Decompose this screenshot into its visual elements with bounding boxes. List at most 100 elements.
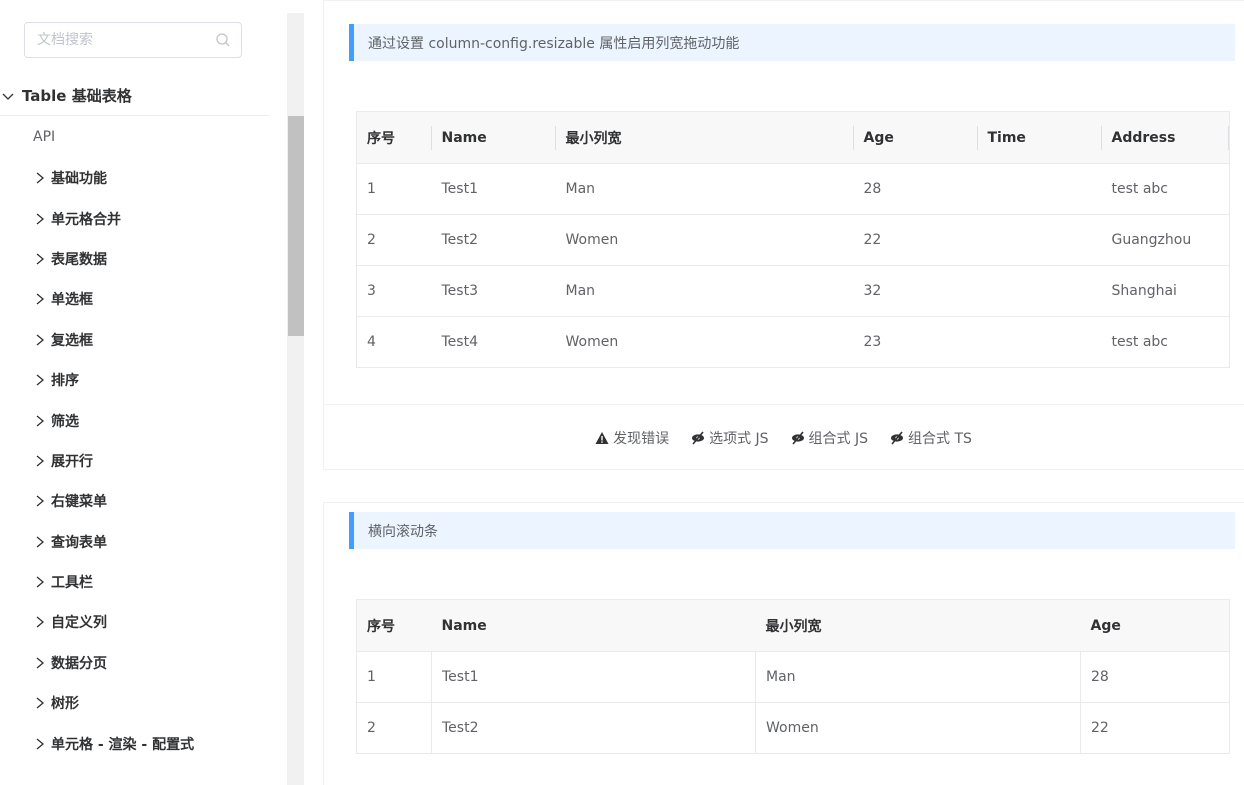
eye-slash-icon (791, 430, 804, 445)
table-row[interactable]: 4 Test4 Women 23 test abc (356, 316, 1230, 368)
nav-item-label: 基础功能 (51, 171, 107, 188)
table-cell: Man (555, 163, 854, 215)
table-cell: Guangzhou (1101, 214, 1230, 266)
warning-icon (595, 431, 609, 444)
nav-item[interactable]: 单元格合并 (0, 198, 270, 238)
nav-item[interactable]: 工具栏 (0, 562, 270, 602)
nav-group-table[interactable]: Table 基础表格 (0, 76, 270, 116)
table-cell: 2 (356, 214, 432, 266)
view-composition-js-link[interactable]: 组合式 JS (791, 428, 868, 448)
nav-item-label: 排序 (51, 373, 79, 390)
chevron-right-icon (36, 576, 45, 588)
nav-item-label: 单元格 - 渲染 - 配置式 (51, 736, 195, 753)
nav-item[interactable]: 展开行 (0, 441, 270, 481)
demo-actions: 发现错误 选项式 JS 组合式 JS 组合式 TS (323, 404, 1244, 470)
view-options-js-link[interactable]: 选项式 JS (691, 428, 769, 448)
column-header[interactable]: 最小列宽 (755, 599, 1081, 652)
nav-item[interactable]: 右键菜单 (0, 481, 270, 521)
nav-item-label: 表尾数据 (51, 251, 107, 268)
table-cell: Test1 (431, 163, 556, 215)
chevron-right-icon (36, 697, 45, 709)
search-input[interactable] (35, 24, 215, 56)
column-header[interactable]: 序号 (356, 111, 432, 164)
demo-tip: 通过设置 column-config.resizable 属性启用列宽拖动功能 (349, 24, 1235, 61)
options-js-label: 选项式 JS (709, 430, 769, 447)
nav-item[interactable]: 数据分页 (0, 643, 270, 683)
table-cell: Test2 (431, 214, 556, 266)
column-header[interactable]: Name (431, 111, 556, 164)
nav-item[interactable]: 自定义列 (0, 602, 270, 642)
nav-item[interactable]: 筛选 (0, 400, 270, 440)
table-cell: 28 (1080, 651, 1230, 703)
sidebar: Table 基础表格 API 基础功能 单元格合并 表尾数据 单选框 复选框 排… (0, 0, 288, 785)
column-header[interactable]: 序号 (356, 599, 432, 652)
table-row[interactable]: 3 Test3 Man 32 Shanghai (356, 265, 1230, 317)
nav-item[interactable]: 表尾数据 (0, 239, 270, 279)
sidebar-scrollbar-thumb[interactable] (288, 116, 304, 336)
table-cell: Man (555, 265, 854, 317)
nav-item[interactable]: 单选框 (0, 279, 270, 319)
chevron-right-icon (36, 172, 45, 184)
column-resize-handle[interactable] (1228, 126, 1229, 150)
table-header-row: 序号 Name 最小列宽 Age (356, 599, 1230, 652)
nav-group-label: Table 基础表格 (22, 87, 132, 105)
column-header[interactable]: Address (1101, 111, 1230, 164)
nav-item-label: 查询表单 (51, 534, 107, 551)
column-header[interactable]: Age (853, 111, 978, 164)
chevron-right-icon (36, 738, 45, 750)
nav-item[interactable]: 基础功能 (0, 158, 270, 198)
view-composition-ts-link[interactable]: 组合式 TS (890, 428, 972, 448)
main-content: 通过设置 column-config.resizable 属性启用列宽拖动功能 … (304, 0, 1244, 785)
nav-item[interactable]: 单元格 - 渲染 - 配置式 (0, 723, 270, 763)
nav-item[interactable]: 复选框 (0, 320, 270, 360)
column-header-label: Time (987, 129, 1026, 146)
table-cell (977, 214, 1102, 266)
chevron-right-icon (36, 334, 45, 346)
eye-slash-icon (891, 430, 904, 445)
column-header-label: 最小列宽 (765, 618, 822, 635)
column-header-label: 序号 (367, 130, 395, 147)
table-cell: 1 (356, 163, 432, 215)
column-header-label: Age (863, 129, 894, 146)
chevron-right-icon (36, 293, 45, 305)
data-table-resizable: 序号 Name 最小列宽 Age Time Address 1 Test1 Ma… (356, 111, 1230, 368)
table-cell: test abc (1101, 316, 1230, 368)
column-header[interactable]: Time (977, 111, 1102, 164)
chevron-right-icon (36, 415, 45, 427)
table-cell: Women (755, 702, 1081, 754)
table-cell: Test3 (431, 265, 556, 317)
table-header-row: 序号 Name 最小列宽 Age Time Address (356, 111, 1230, 164)
nav-item[interactable]: 查询表单 (0, 522, 270, 562)
nav-item-label: 筛选 (51, 413, 79, 430)
nav-item[interactable]: 排序 (0, 360, 270, 400)
nav-item-label: 复选框 (51, 332, 93, 349)
nav-item-label: 单元格合并 (51, 211, 121, 228)
table-cell: 1 (356, 651, 432, 703)
column-header[interactable]: Name (431, 599, 756, 652)
nav-item-api[interactable]: API (33, 129, 55, 145)
composition-ts-label: 组合式 TS (908, 430, 972, 447)
nav-item-label: 自定义列 (51, 615, 107, 632)
column-header[interactable]: Age (1080, 599, 1230, 652)
table-cell: 28 (853, 163, 978, 215)
table-cell: 22 (853, 214, 978, 266)
table-cell: 4 (356, 316, 432, 368)
chevron-right-icon (36, 657, 45, 669)
table-cell: test abc (1101, 163, 1230, 215)
nav-item[interactable]: 树形 (0, 683, 270, 723)
table-row[interactable]: 1 Test1 Man 28 (356, 651, 1230, 703)
search-icon[interactable] (215, 32, 231, 48)
column-header[interactable]: 最小列宽 (555, 111, 854, 164)
table-cell: 2 (356, 702, 432, 754)
table-row[interactable]: 2 Test2 Women 22 (356, 702, 1230, 754)
search-box[interactable] (24, 22, 242, 58)
column-header-label: Address (1111, 129, 1176, 146)
column-header-label: 最小列宽 (565, 130, 622, 147)
table-cell (977, 316, 1102, 368)
table-row[interactable]: 2 Test2 Women 22 Guangzhou (356, 214, 1230, 266)
table-cell: Man (755, 651, 1081, 703)
column-header-label: 序号 (367, 618, 395, 635)
table-row[interactable]: 1 Test1 Man 28 test abc (356, 163, 1230, 215)
report-bug-label: 发现错误 (613, 430, 670, 447)
report-bug-link[interactable]: 发现错误 (595, 428, 669, 448)
